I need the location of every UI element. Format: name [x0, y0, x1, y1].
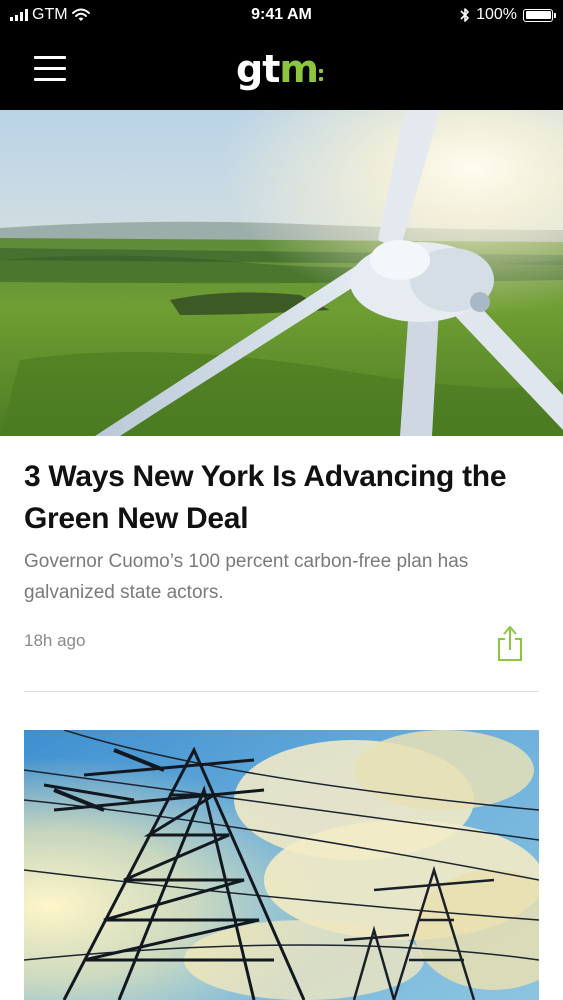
power-tower-image — [24, 730, 539, 1000]
wind-turbine-image — [0, 110, 563, 436]
article-headline[interactable]: 3 Ways New York Is Advancing the Green N… — [24, 456, 539, 540]
article-image[interactable] — [24, 730, 539, 1000]
share-icon[interactable] — [496, 624, 524, 664]
bluetooth-icon — [460, 8, 469, 22]
status-bar: GTM 9:41 AM 100% — [0, 0, 563, 32]
status-bar-right: 100% — [460, 6, 556, 24]
nav-bar: gtm — [0, 32, 563, 110]
article-hero-image[interactable] — [0, 110, 563, 436]
battery-percent: 100% — [476, 6, 517, 23]
logo-text: gt — [236, 47, 280, 91]
hamburger-menu-icon[interactable] — [34, 55, 66, 83]
article-summary: Governor Cuomo’s 100 percent carbon-free… — [24, 551, 469, 603]
article-timestamp: 18h ago — [24, 631, 86, 650]
battery-icon — [523, 8, 556, 22]
article-divider — [24, 691, 539, 692]
logo-colon-mark — [318, 60, 326, 84]
logo-accent-text: m — [279, 47, 319, 91]
gtm-logo[interactable]: gtm — [236, 44, 326, 94]
